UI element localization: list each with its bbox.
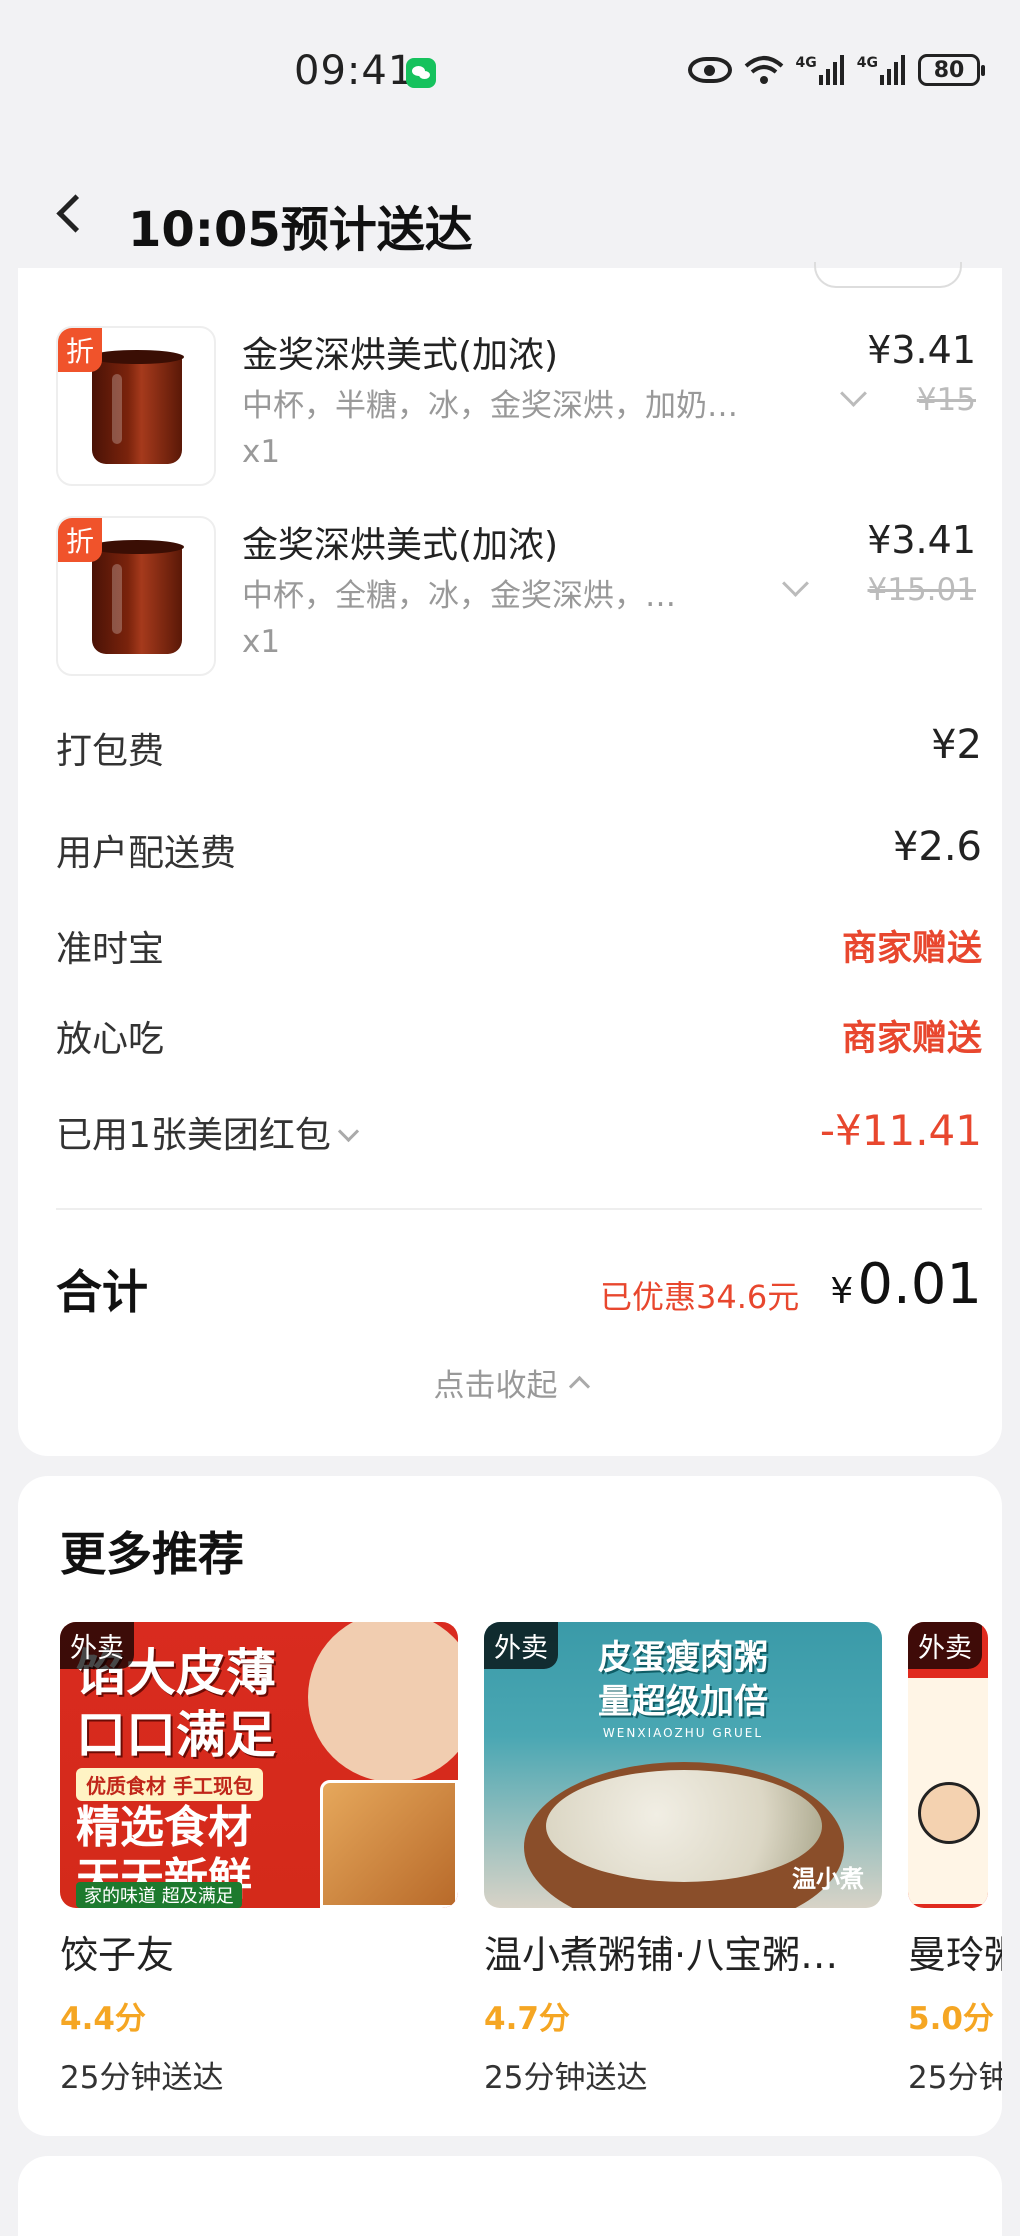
image-line: 口口满足 <box>76 1706 276 1764</box>
eye-icon <box>687 57 732 83</box>
page-header: 10:05预计送达 <box>0 150 1020 268</box>
expand-spec-chevron-icon[interactable] <box>840 380 867 407</box>
status-icons: 4G 4G 80 <box>687 54 985 86</box>
fee-label: 打包费 <box>56 731 165 772</box>
status-time: 09:41 <box>294 48 415 94</box>
shop-card[interactable]: 外卖 曼玲粥 5.0分 25分钟 <box>908 1622 1002 2097</box>
fee-row-packing: 打包费 ¥2 <box>56 722 982 782</box>
takeout-tag: 外卖 <box>484 1622 558 1669</box>
signal-icon-2: 4G <box>857 55 906 85</box>
currency-symbol: ¥ <box>830 1271 854 1312</box>
shop-eta: 25分钟送达 <box>484 2060 648 2096</box>
fee-row-delivery: 用户配送费 ¥2.6 <box>56 824 982 884</box>
order-detail-card: 折 金奖深烘美式(加浓) 中杯，半糖，冰，金奖深烘，加奶… x1 ¥3.41 ¥… <box>18 262 1002 1456</box>
item-original-price: ¥15 <box>916 382 976 418</box>
next-section-card <box>18 2156 1002 2236</box>
section-title: 更多推荐 <box>60 1527 244 1581</box>
total-number: 0.01 <box>857 1252 982 1317</box>
scrolled-content-edge <box>814 262 962 288</box>
shop-eta: 25分钟 <box>908 2060 1002 2096</box>
fee-label: 放心吃 <box>56 1019 165 1060</box>
red-packet-label: 已用1张美团红包 <box>56 1115 331 1156</box>
takeout-tag: 外卖 <box>60 1622 134 1669</box>
fee-row-red-packet[interactable]: 已用1张美团红包 -¥11.41 <box>56 1106 982 1166</box>
product-image: 折 <box>56 326 216 486</box>
discount-badge: 折 <box>58 328 102 372</box>
wifi-icon <box>744 54 784 86</box>
wechat-icon <box>406 58 436 88</box>
shop-score: 4.4分 <box>60 2001 146 2037</box>
total-label: 合计 <box>56 1265 148 1319</box>
shop-image: 皮蛋瘦肉粥 量超级加倍 WENXIAOZHU GRUEL 温小煮 外卖 <box>484 1622 882 1908</box>
shop-name: 饺子友 <box>60 1933 175 1977</box>
coffee-cup-image <box>90 350 184 464</box>
recommend-card: 更多推荐 馅大皮薄 口口满足 优质食材 手工现包 精选食材 天天新鲜 家的味道 超及… <box>18 1476 1002 2136</box>
image-line: 量超级加倍 <box>598 1682 768 1722</box>
order-item[interactable]: 折 金奖深烘美式(加浓) 中杯，半糖，冰，金奖深烘，加奶… x1 ¥3.41 ¥… <box>56 326 976 486</box>
shop-image: 外卖 <box>908 1622 988 1908</box>
fee-label: 已用1张美团红包 <box>56 1106 360 1158</box>
mascot-image <box>918 1782 980 1844</box>
congee-image <box>546 1770 822 1882</box>
shop-eta: 25分钟送达 <box>60 2060 224 2096</box>
expand-spec-chevron-icon[interactable] <box>782 570 809 597</box>
brand-logo: 温小煮 <box>792 1865 864 1893</box>
item-price: ¥3.41 <box>867 518 976 562</box>
item-spec: 中杯，全糖，冰，金奖深烘，… <box>242 578 676 614</box>
item-quantity: x1 <box>242 434 281 470</box>
shop-card[interactable]: 皮蛋瘦肉粥 量超级加倍 WENXIAOZHU GRUEL 温小煮 外卖 温小煮粥铺… <box>484 1622 882 2097</box>
chevron-up-icon <box>568 1375 590 1398</box>
fee-row-food-safety[interactable]: 放心吃 商家赠送 <box>56 1010 982 1070</box>
saved-amount: 已优惠34.6元 <box>600 1278 800 1316</box>
product-image: 折 <box>56 516 216 676</box>
discount-badge: 折 <box>58 518 102 562</box>
status-bar: 09:41 4G 4G 80 <box>0 0 1020 150</box>
image-footer: 家的味道 超及满足 <box>76 1882 242 1908</box>
item-spec: 中杯，半糖，冰，金奖深烘，加奶… <box>242 388 738 424</box>
fee-value: -¥11.41 <box>819 1106 982 1155</box>
image-subtitle: WENXIAOZHU GRUEL <box>602 1726 764 1740</box>
fee-label: 准时宝 <box>56 929 165 970</box>
image-line: 精选食材 <box>76 1802 252 1853</box>
shop-name: 温小煮粥铺·八宝粥… <box>484 1933 839 1977</box>
fee-value: ¥2.6 <box>892 824 982 870</box>
fee-row-ontime[interactable]: 准时宝 商家赠送 <box>56 920 982 980</box>
image-band: 优质食材 手工现包 <box>76 1768 263 1801</box>
signal-label-1: 4G <box>795 55 817 71</box>
collapse-button[interactable]: 点击收起 <box>18 1360 1002 1405</box>
fee-value: ¥2 <box>931 722 982 768</box>
dumpling-photo <box>320 1780 458 1908</box>
chevron-down-icon <box>337 1120 360 1143</box>
item-name: 金奖深烘美式(加浓) <box>242 335 559 376</box>
shop-score: 5.0分 <box>908 2001 994 2037</box>
shop-name: 曼玲粥 <box>908 1933 1002 1977</box>
divider <box>56 1208 982 1210</box>
collapse-label: 点击收起 <box>433 1368 558 1404</box>
shop-score: 4.7分 <box>484 2001 570 2037</box>
item-price: ¥3.41 <box>867 328 976 372</box>
back-arrow-icon[interactable] <box>52 196 86 230</box>
item-name: 金奖深烘美式(加浓) <box>242 525 559 566</box>
battery-icon: 80 <box>918 54 985 86</box>
takeout-tag: 外卖 <box>908 1622 982 1669</box>
fee-value: 商家赠送 <box>841 1019 982 1059</box>
signal-icon-1: 4G <box>796 55 845 85</box>
shop-image: 馅大皮薄 口口满足 优质食材 手工现包 精选食材 天天新鲜 家的味道 超及满足 外卖 <box>60 1622 458 1908</box>
page-title: 10:05预计送达 <box>128 202 473 258</box>
signal-label-2: 4G <box>856 55 878 71</box>
hand-image <box>308 1622 458 1782</box>
order-item[interactable]: 折 金奖深烘美式(加浓) 中杯，全糖，冰，金奖深烘，… x1 ¥3.41 ¥15… <box>56 516 976 676</box>
total-amount: ¥0.01 <box>830 1252 982 1317</box>
item-quantity: x1 <box>242 624 281 660</box>
fee-label: 用户配送费 <box>56 833 237 874</box>
coffee-cup-image <box>90 540 184 654</box>
item-original-price: ¥15.01 <box>867 572 976 608</box>
shop-card[interactable]: 馅大皮薄 口口满足 优质食材 手工现包 精选食材 天天新鲜 家的味道 超及满足 外卖… <box>60 1622 458 2097</box>
fee-value: 商家赠送 <box>841 929 982 969</box>
